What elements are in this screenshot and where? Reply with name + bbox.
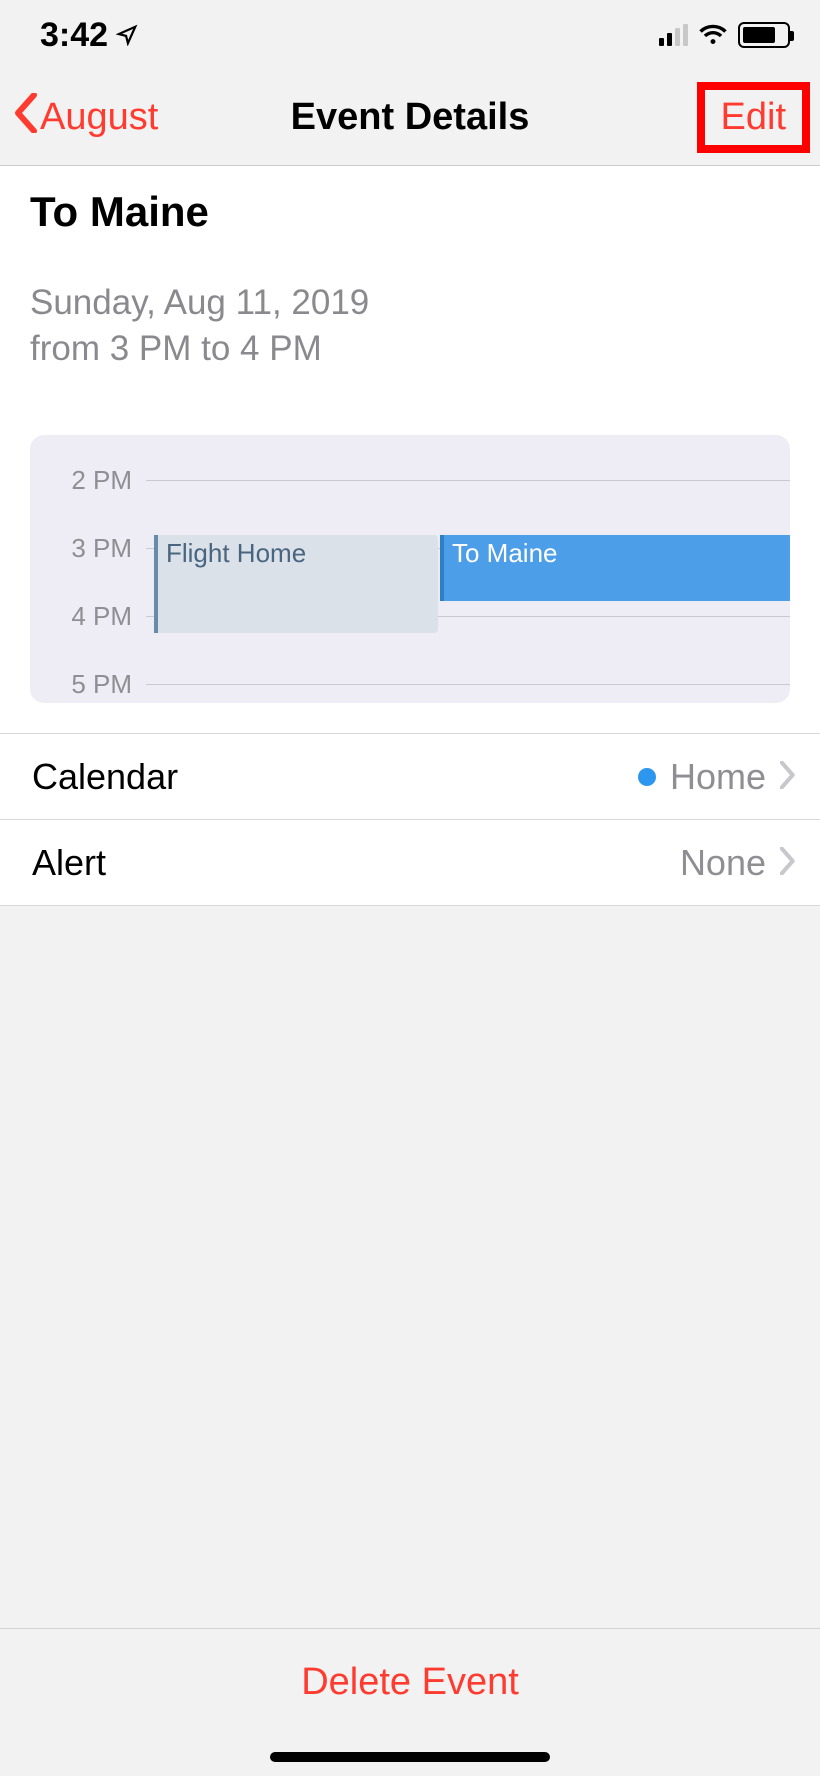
status-bar: 3:42 bbox=[0, 0, 820, 70]
calendar-color-dot bbox=[638, 768, 656, 786]
signal-icon bbox=[659, 24, 688, 46]
content-area: To Maine Sunday, Aug 11, 2019 from 3 PM … bbox=[0, 166, 820, 906]
event-time-line: from 3 PM to 4 PM bbox=[30, 326, 790, 372]
edit-button[interactable]: Edit bbox=[697, 82, 810, 153]
hour-4pm: 4 PM bbox=[30, 601, 146, 632]
event-date-line: Sunday, Aug 11, 2019 bbox=[30, 280, 790, 326]
event-title: To Maine bbox=[30, 188, 790, 236]
hour-3pm: 3 PM bbox=[30, 533, 146, 564]
timeline-hour: 2 PM bbox=[30, 465, 790, 496]
page-title: Event Details bbox=[291, 96, 530, 139]
calendar-row[interactable]: Calendar Home bbox=[0, 734, 820, 820]
home-indicator[interactable] bbox=[270, 1752, 550, 1762]
back-label: August bbox=[40, 96, 158, 139]
calendar-label: Calendar bbox=[32, 756, 178, 798]
chevron-right-icon bbox=[780, 842, 796, 884]
timeline-hour: 5 PM bbox=[30, 669, 790, 700]
hour-2pm: 2 PM bbox=[30, 465, 146, 496]
nav-bar: August Event Details Edit bbox=[0, 70, 820, 166]
hour-5pm: 5 PM bbox=[30, 669, 146, 700]
calendar-value: Home bbox=[670, 756, 766, 798]
alert-row[interactable]: Alert None bbox=[0, 820, 820, 906]
alert-label: Alert bbox=[32, 842, 106, 884]
chevron-left-icon bbox=[14, 93, 38, 143]
status-time: 3:42 bbox=[40, 16, 138, 55]
alert-value: None bbox=[680, 842, 766, 884]
edit-label: Edit bbox=[721, 96, 786, 138]
wifi-icon bbox=[698, 22, 728, 49]
delete-toolbar: Delete Event bbox=[0, 1628, 820, 1736]
location-icon bbox=[116, 16, 138, 55]
time-text: 3:42 bbox=[40, 16, 108, 55]
timeline-event-to-maine[interactable]: To Maine bbox=[440, 535, 790, 601]
battery-icon bbox=[738, 22, 790, 48]
options-list: Calendar Home Alert None bbox=[0, 733, 820, 906]
back-button[interactable]: August bbox=[14, 93, 158, 143]
delete-event-button[interactable]: Delete Event bbox=[301, 1661, 519, 1704]
status-right bbox=[659, 22, 790, 49]
chevron-right-icon bbox=[780, 756, 796, 798]
timeline-view[interactable]: 2 PM 3 PM 4 PM 5 PM Flight Home To Maine bbox=[30, 435, 790, 703]
timeline-event-flight-home[interactable]: Flight Home bbox=[154, 535, 438, 633]
event-date: Sunday, Aug 11, 2019 from 3 PM to 4 PM bbox=[30, 280, 790, 371]
event-header: To Maine Sunday, Aug 11, 2019 from 3 PM … bbox=[0, 166, 820, 411]
